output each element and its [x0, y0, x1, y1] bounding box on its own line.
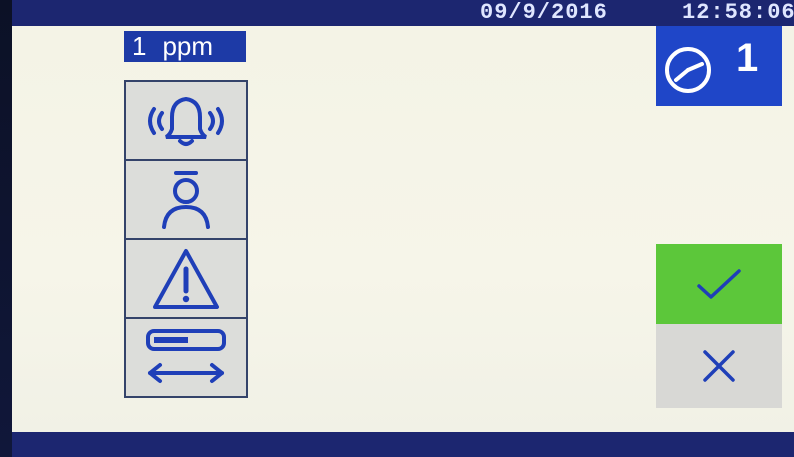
- menu-item-alarm[interactable]: [126, 82, 246, 161]
- bottom-bar: [12, 432, 794, 457]
- reading-badge: 1 ppm: [124, 31, 246, 62]
- cancel-button[interactable]: [656, 324, 782, 408]
- close-icon: [703, 350, 735, 382]
- reading-unit: ppm: [162, 31, 214, 61]
- clock-icon: [665, 47, 711, 93]
- reading-value: 1: [132, 31, 147, 61]
- menu-item-user[interactable]: [126, 161, 246, 240]
- menu-item-warning[interactable]: [126, 240, 246, 319]
- channel-number: 1: [736, 36, 759, 80]
- function-menu: [124, 80, 248, 398]
- status-bar: [12, 0, 794, 26]
- channel-tile[interactable]: 1: [656, 26, 782, 106]
- warning-triangle-icon: [153, 248, 219, 309]
- menu-item-range[interactable]: [126, 319, 246, 396]
- person-icon: [162, 170, 210, 229]
- checkmark-icon: [697, 269, 741, 299]
- range-bar-icon: [146, 328, 226, 383]
- ringing-bell-icon: [148, 96, 224, 146]
- time-display: 12:58:06: [682, 0, 794, 25]
- date-display: 09/9/2016: [480, 0, 608, 25]
- confirm-button[interactable]: [656, 244, 782, 324]
